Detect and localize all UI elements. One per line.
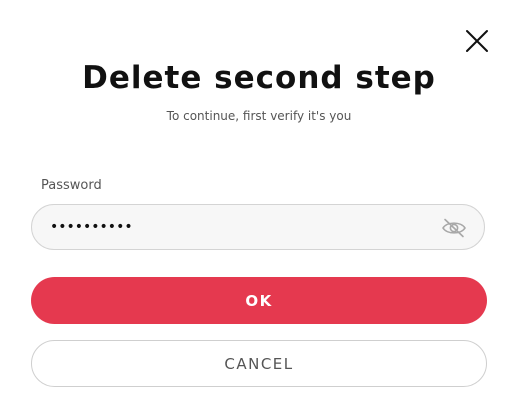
close-button[interactable]	[464, 28, 490, 54]
show-password-toggle[interactable]	[441, 217, 467, 239]
cancel-button[interactable]: CANCEL	[31, 340, 487, 387]
dialog-title: Delete second step	[82, 60, 436, 96]
close-icon	[466, 30, 488, 52]
eye-slash-icon	[442, 218, 466, 238]
password-label: Password	[41, 178, 102, 193]
password-field	[31, 204, 485, 250]
dialog-subtitle: To continue, first verify it's you	[166, 109, 352, 123]
ok-button[interactable]: OK	[31, 277, 487, 324]
password-input[interactable]	[50, 215, 430, 239]
